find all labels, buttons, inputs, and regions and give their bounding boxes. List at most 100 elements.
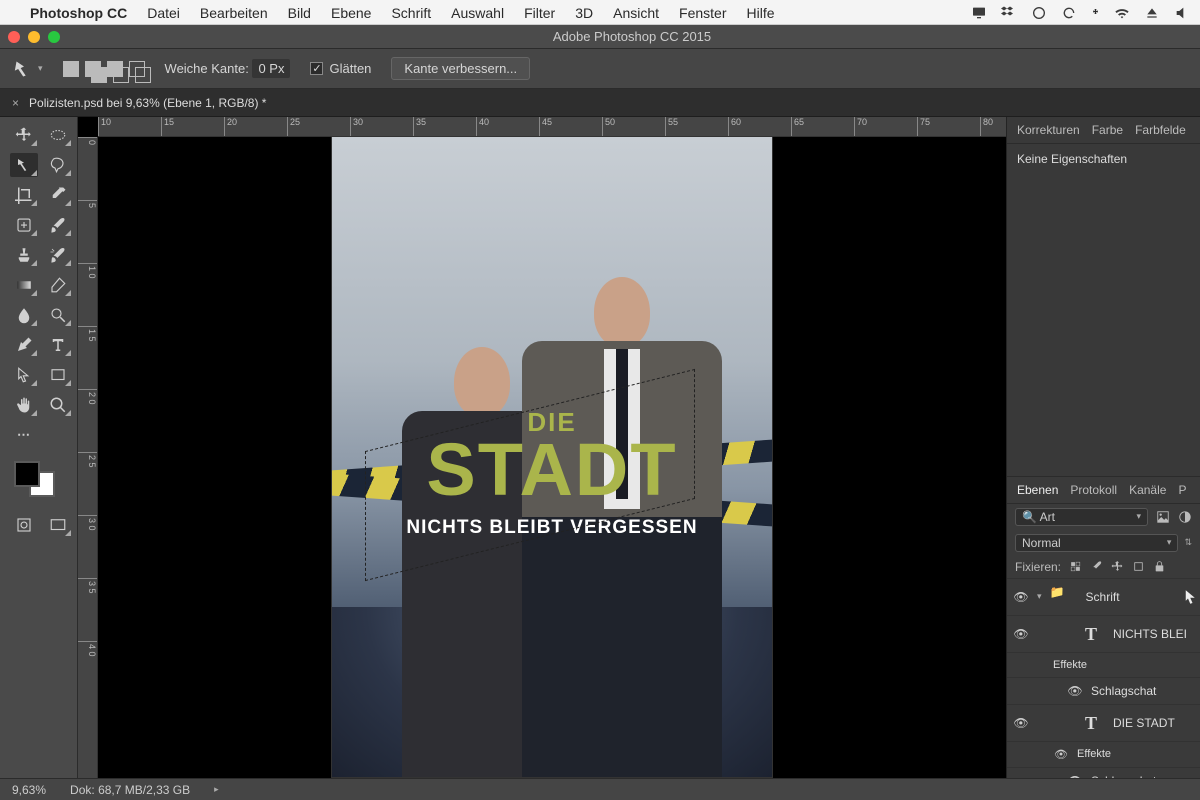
quickmask-button[interactable]: [10, 513, 38, 537]
menu-bearbeiten[interactable]: Bearbeiten: [200, 5, 268, 21]
current-tool-indicator[interactable]: ▾: [14, 59, 43, 79]
menu-datei[interactable]: Datei: [147, 5, 180, 21]
tab-farbfelder[interactable]: Farbfelde: [1135, 123, 1186, 137]
color-swatches[interactable]: [14, 461, 50, 497]
menu-auswahl[interactable]: Auswahl: [451, 5, 504, 21]
selection-new-icon[interactable]: [63, 61, 79, 77]
stamp-tool[interactable]: [10, 243, 38, 267]
doc-info[interactable]: Dok: 68,7 MB/2,33 GB: [70, 783, 190, 797]
history-brush-tool[interactable]: [44, 243, 72, 267]
canvas-area[interactable]: DIE STADT NICHTS BLEIBT VERGESSEN: [98, 137, 1006, 778]
document-tab[interactable]: × Polizisten.psd bei 9,63% (Ebene 1, RGB…: [0, 89, 1200, 117]
eject-icon[interactable]: [1144, 5, 1160, 21]
antialias-checkbox[interactable]: Glätten: [310, 61, 371, 76]
tab-ebenen[interactable]: Ebenen: [1017, 483, 1058, 497]
tab-farbe[interactable]: Farbe: [1092, 123, 1123, 137]
healing-tool[interactable]: [10, 213, 38, 237]
blur-tool[interactable]: [10, 303, 38, 327]
marquee-tool[interactable]: [44, 123, 72, 147]
menu-fenster[interactable]: Fenster: [679, 5, 726, 21]
dodge-tool[interactable]: [44, 303, 72, 327]
crop-tool[interactable]: [10, 183, 38, 207]
menu-schrift[interactable]: Schrift: [391, 5, 431, 21]
visibility-icon[interactable]: 👁: [1067, 684, 1083, 698]
visibility-icon[interactable]: 👁: [1013, 716, 1029, 730]
feather-field[interactable]: 0 Px: [252, 59, 290, 78]
minimize-window-button[interactable]: [28, 31, 40, 43]
eyedropper-tool[interactable]: [44, 183, 72, 207]
zoom-level[interactable]: 9,63%: [12, 783, 46, 797]
app-name[interactable]: Photoshop CC: [30, 5, 127, 21]
tab-korrekturen[interactable]: Korrekturen: [1017, 123, 1080, 137]
ruler-tick: 60: [728, 117, 791, 136]
ruler-tick: 65: [791, 117, 854, 136]
layer-effect-item[interactable]: 👁 Schlagschat: [1007, 767, 1200, 779]
blend-mode-select[interactable]: Normal▾: [1015, 534, 1178, 552]
layer-filter-kind[interactable]: 🔍 Art▾: [1015, 508, 1148, 526]
type-tool[interactable]: [44, 333, 72, 357]
layer-row-text[interactable]: 👁 T NICHTS BLEI: [1007, 615, 1200, 652]
filter-adjust-icon[interactable]: [1178, 510, 1192, 524]
menu-ansicht[interactable]: Ansicht: [613, 5, 659, 21]
refine-edge-button[interactable]: Kante verbessern...: [391, 57, 530, 80]
menu-ebene[interactable]: Ebene: [331, 5, 371, 21]
screenmode-button[interactable]: [44, 513, 72, 537]
selection-subtract-icon[interactable]: [107, 61, 123, 77]
close-window-button[interactable]: [8, 31, 20, 43]
bluetooth-icon[interactable]: ᛭: [1091, 4, 1100, 21]
zoom-tool[interactable]: [44, 393, 72, 417]
artboard[interactable]: DIE STADT NICHTS BLEIBT VERGESSEN: [332, 137, 772, 777]
layer-row-group[interactable]: 👁 ▾ 📁 Schrift: [1007, 578, 1200, 615]
layer-row-text[interactable]: 👁 T DIE STADT: [1007, 704, 1200, 741]
layer-effects-label[interactable]: Effekte: [1007, 652, 1200, 677]
layer-effect-item[interactable]: 👁 Schlagschat: [1007, 677, 1200, 704]
lock-brush-icon[interactable]: [1090, 560, 1103, 573]
visibility-icon[interactable]: 👁: [1067, 774, 1083, 779]
status-menu-icon[interactable]: ▸: [214, 784, 219, 795]
circle-icon[interactable]: [1031, 5, 1047, 21]
tab-pfade[interactable]: P: [1178, 483, 1186, 497]
foreground-color[interactable]: [14, 461, 40, 487]
dropbox-icon[interactable]: [1001, 5, 1017, 21]
ruler-tick: 50: [602, 117, 665, 136]
quick-select-tool[interactable]: [44, 153, 72, 177]
edit-toolbar-button[interactable]: ⋯: [10, 423, 38, 447]
volume-icon[interactable]: [1174, 5, 1190, 21]
folder-icon: 📁: [1050, 585, 1078, 609]
visibility-icon[interactable]: 👁: [1013, 590, 1029, 604]
tab-protokoll[interactable]: Protokoll: [1070, 483, 1117, 497]
wifi-icon[interactable]: [1114, 5, 1130, 21]
menu-3d[interactable]: 3D: [575, 5, 593, 21]
eraser-tool[interactable]: [44, 273, 72, 297]
close-tab-icon[interactable]: ×: [12, 96, 19, 110]
cursor-icon: [1182, 588, 1200, 606]
menu-filter[interactable]: Filter: [524, 5, 555, 21]
shape-tool[interactable]: [44, 363, 72, 387]
tab-kanaele[interactable]: Kanäle: [1129, 483, 1166, 497]
lock-artboard-icon[interactable]: [1132, 560, 1145, 573]
menu-hilfe[interactable]: Hilfe: [747, 5, 775, 21]
visibility-icon[interactable]: 👁: [1013, 627, 1029, 641]
selection-intersect-icon[interactable]: [129, 61, 145, 77]
visibility-icon[interactable]: 👁: [1053, 748, 1069, 761]
sync-icon[interactable]: [1061, 5, 1077, 21]
layer-effects-label[interactable]: 👁 Effekte: [1007, 741, 1200, 767]
hand-tool[interactable]: [10, 393, 38, 417]
lock-pixels-icon[interactable]: [1069, 560, 1082, 573]
filter-image-icon[interactable]: [1156, 510, 1170, 524]
gradient-tool[interactable]: [10, 273, 38, 297]
lock-all-icon[interactable]: [1153, 560, 1166, 573]
brush-tool[interactable]: [44, 213, 72, 237]
path-select-tool[interactable]: [10, 363, 38, 387]
selection-add-icon[interactable]: [85, 61, 101, 77]
move-tool[interactable]: [10, 123, 38, 147]
maximize-window-button[interactable]: [48, 31, 60, 43]
lock-position-icon[interactable]: [1111, 560, 1124, 573]
menu-bild[interactable]: Bild: [288, 5, 311, 21]
lasso-tool[interactable]: [10, 153, 38, 177]
status-bar: 9,63% Dok: 68,7 MB/2,33 GB ▸: [0, 778, 1200, 800]
canvas-workspace[interactable]: 10 15 20 25 30 35 40 45 50 55 60 65 70 7…: [78, 117, 1006, 778]
pen-tool[interactable]: [10, 333, 38, 357]
menubar-status: ᛭: [971, 4, 1190, 21]
screen-icon[interactable]: [971, 5, 987, 21]
